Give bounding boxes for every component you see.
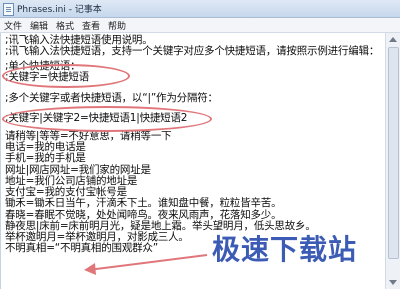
- vertical-scrollbar[interactable]: [385, 33, 400, 289]
- scroll-thumb[interactable]: [388, 47, 399, 259]
- scroll-up-icon[interactable]: [389, 37, 397, 42]
- scroll-down-icon[interactable]: [389, 280, 397, 285]
- annotation-arrow-line: [87, 254, 208, 271]
- annotation-arrow-head: [84, 263, 96, 275]
- site-watermark: 极速下载站: [212, 233, 358, 266]
